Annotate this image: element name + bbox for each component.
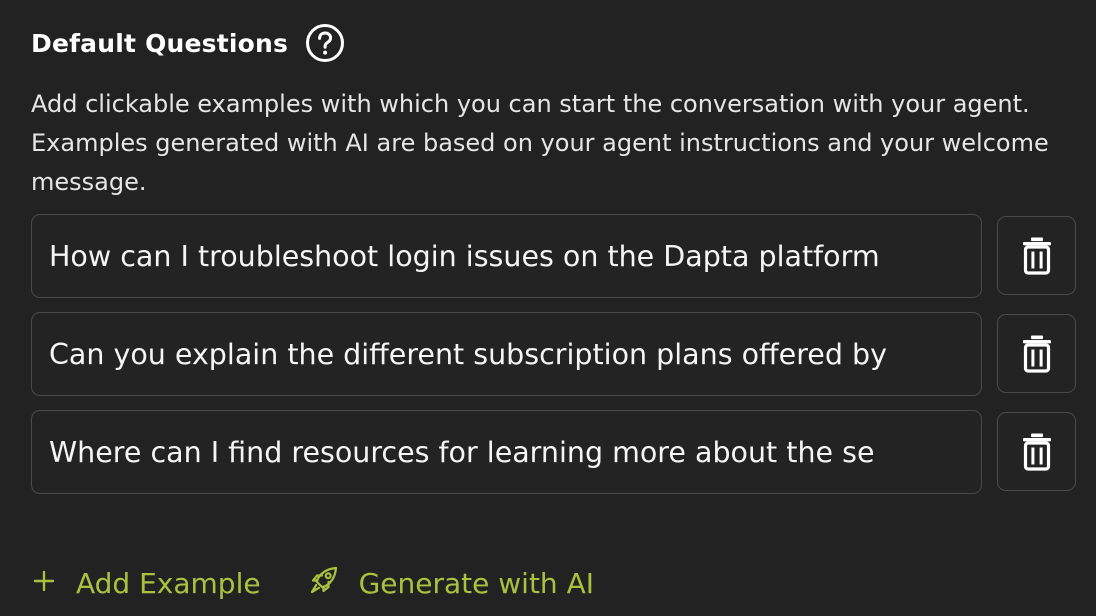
- section-title: Default Questions: [31, 28, 289, 58]
- trash-icon: [1022, 433, 1051, 471]
- generate-with-ai-label: Generate with AI: [358, 566, 594, 600]
- trash-icon: [1022, 335, 1051, 373]
- actions-bar: Add Example Generate with AI: [32, 560, 594, 606]
- delete-question-button[interactable]: [997, 314, 1076, 393]
- question-row: [31, 214, 1076, 298]
- delete-question-button[interactable]: [997, 412, 1076, 491]
- question-input[interactable]: [31, 214, 982, 298]
- question-row: [31, 410, 1076, 494]
- section-description: Add clickable examples with which you ca…: [31, 90, 1049, 196]
- question-input[interactable]: [31, 312, 982, 396]
- section-header: Default Questions: [31, 22, 345, 64]
- plus-icon: [32, 567, 56, 600]
- add-example-button[interactable]: Add Example: [32, 567, 261, 600]
- generate-with-ai-button[interactable]: Generate with AI: [309, 565, 594, 602]
- trash-icon: [1022, 237, 1051, 275]
- question-row: [31, 312, 1076, 396]
- delete-question-button[interactable]: [997, 216, 1076, 295]
- question-circle-icon[interactable]: [305, 23, 345, 63]
- question-input[interactable]: [31, 410, 982, 494]
- add-example-label: Add Example: [76, 566, 261, 600]
- rocket-icon: [309, 565, 339, 602]
